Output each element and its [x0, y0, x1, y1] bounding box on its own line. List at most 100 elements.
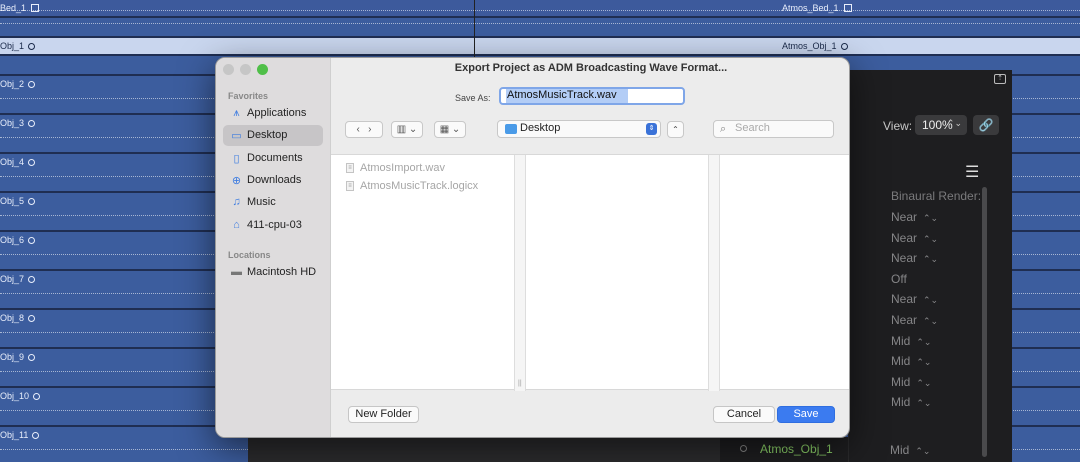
sidebar-item-label: Music	[247, 196, 276, 209]
render-mode-select[interactable]: Mid ⌃⌄	[891, 395, 931, 409]
save-as-label: Save As:	[455, 93, 491, 103]
zoom-window-button[interactable]	[257, 64, 268, 75]
render-mode-value: Near	[891, 292, 918, 307]
render-mode-value: Near	[891, 251, 918, 266]
screen: Bed_1 Atmos_Bed_1 Obj_1 Atmos_Obj_1 Obj_…	[0, 0, 1080, 462]
track-status-icon	[28, 354, 36, 361]
sidebar-item-documents[interactable]: ▯ Documents	[223, 148, 323, 169]
waveform	[0, 10, 1080, 12]
track-name: Obj_10	[0, 391, 30, 401]
column-divider[interactable]: ||	[514, 155, 526, 391]
chevron-right-icon[interactable]: ›	[368, 124, 371, 135]
file-icon: ≡	[346, 163, 354, 173]
new-folder-button[interactable]: New Folder	[348, 406, 419, 423]
close-window-button[interactable]	[223, 64, 234, 75]
sidebar-item-label: Macintosh HD	[247, 266, 317, 278]
file-item[interactable]: ≡ AtmosImport.wav	[344, 162, 445, 174]
favorites-heading: Favorites	[228, 91, 269, 101]
panel-scrollbar[interactable]	[982, 187, 987, 457]
render-mode-select[interactable]: Mid ⌃⌄	[890, 443, 930, 457]
render-mode-select[interactable]: Near ⌃⌄	[891, 231, 938, 245]
column-divider[interactable]	[708, 155, 720, 391]
render-mode-select[interactable]: Near ⌃⌄	[891, 210, 938, 224]
zoom-select[interactable]: 100% ⌃⌄	[915, 115, 967, 135]
chevron-updown-icon: ⌃⌄	[923, 213, 939, 223]
track-name: Obj_2	[0, 79, 25, 89]
render-mode-value: Near	[891, 313, 918, 327]
track-status-icon	[33, 393, 41, 400]
view-mode-button[interactable]: ▥ ⌄	[391, 121, 423, 138]
locations-heading: Locations	[228, 250, 271, 260]
sidebar-item-desktop[interactable]: ▭ Desktop	[223, 125, 323, 147]
render-mode-value: Off	[891, 271, 907, 286]
folder-icon	[505, 124, 517, 134]
render-mode-select[interactable]: Near ⌃⌄	[891, 313, 938, 327]
region-name: Atmos_Obj_1	[782, 41, 837, 51]
render-mode-select[interactable]: Near ⌃⌄	[891, 251, 938, 265]
sidebar-item-411-cpu-03[interactable]: ⌂ 411-cpu-03	[223, 215, 323, 236]
bottom-object-row[interactable]: Atmos_Obj_1	[720, 437, 848, 462]
track-name: Obj_8	[0, 313, 25, 323]
render-mode-value: Mid	[891, 354, 911, 369]
track-status-icon	[28, 198, 36, 205]
chevron-updown-icon: ⌃⌄	[923, 295, 939, 306]
link-icon[interactable]: 🔗	[973, 115, 999, 135]
cancel-button[interactable]: Cancel	[713, 406, 775, 423]
sidebar-item-downloads[interactable]: ⊕ Downloads	[223, 170, 323, 191]
chevron-updown-icon: ⌃⌄	[916, 398, 932, 409]
chevron-down-icon: ⌄	[451, 124, 461, 135]
back-forward-buttons[interactable]: ‹ ›	[345, 121, 383, 138]
waveform	[0, 23, 1080, 25]
render-mode-select[interactable]: Mid ⌃⌄	[891, 354, 931, 368]
list-icon[interactable]: ☰	[965, 162, 979, 182]
track-name: Obj_6	[0, 235, 25, 245]
sidebar-item-macintosh-hd[interactable]: ▬ Macintosh HD	[223, 262, 323, 283]
music-icon: ♫	[232, 196, 241, 209]
file-browser: || ≡ AtmosImport.wav ≡ AtmosMusicTrack.logi…	[331, 154, 849, 391]
pin-icon[interactable]: ⇡	[994, 74, 1006, 84]
file-name: AtmosMusicTrack.logicx	[360, 179, 479, 192]
save-button[interactable]: Save	[777, 406, 835, 423]
render-mode-select[interactable]: Near ⌃⌄	[891, 292, 938, 306]
track-gap	[0, 18, 1080, 38]
search-field[interactable]: ⌕ Search	[713, 120, 834, 138]
track-status-icon	[28, 159, 36, 166]
home-icon: ⌂	[233, 218, 240, 231]
documents-icon: ▯	[233, 152, 240, 165]
collapse-button[interactable]: ⌃	[667, 121, 684, 138]
location-select[interactable]: Desktop ⇕	[497, 120, 661, 138]
minimize-window-button[interactable]	[240, 64, 251, 75]
sidebar-item-label: 411-cpu-03	[247, 218, 302, 231]
chevron-left-icon[interactable]: ‹	[356, 124, 359, 135]
track-name: Obj_5	[0, 196, 25, 206]
chevron-updown-icon: ⌃⌄	[916, 336, 932, 347]
columns-view-icon: ▥	[396, 124, 407, 135]
resize-grip-icon[interactable]: ||	[518, 380, 522, 387]
track-bed-1[interactable]: Bed_1 Atmos_Bed_1	[0, 0, 1080, 18]
render-mode-value: Mid	[891, 333, 911, 348]
playhead[interactable]	[474, 0, 475, 60]
view-label: View:	[883, 119, 913, 133]
group-by-button[interactable]: ▦ ⌄	[434, 121, 466, 138]
track-status-icon	[840, 43, 848, 50]
chevron-updown-icon: ⌃⌄	[923, 233, 939, 244]
render-mode-select[interactable]: Mid ⌃⌄	[891, 375, 931, 389]
render-mode-value: Mid	[891, 395, 911, 410]
render-mode-select[interactable]: Off	[891, 272, 907, 286]
desktop-icon: ▭	[231, 130, 242, 143]
track-status-icon	[28, 81, 36, 88]
render-mode-select[interactable]: Mid ⌃⌄	[891, 334, 931, 348]
sidebar-item-label: Desktop	[247, 129, 288, 142]
chevron-updown-icon: ⌃⌄	[916, 377, 932, 388]
sidebar-item-music[interactable]: ♫ Music	[223, 192, 323, 213]
sidebar-item-applications[interactable]: ⩚ Applications	[223, 103, 323, 124]
chevron-updown-icon: ⌃⌄	[916, 357, 932, 368]
file-item[interactable]: ≡ AtmosMusicTrack.logicx	[344, 180, 478, 192]
track-obj-1[interactable]: Obj_1 Atmos_Obj_1	[0, 38, 1080, 56]
render-mode-value: Near	[891, 230, 918, 245]
sidebar-item-label: Documents	[247, 151, 303, 164]
finder-sidebar: Favorites ⩚ Applications ▭ Desktop ▯ Document…	[216, 58, 331, 437]
track-name: Obj_1	[0, 41, 25, 51]
track-name: Obj_3	[0, 118, 25, 128]
binaural-render-label: Binaural Render:	[891, 189, 982, 203]
